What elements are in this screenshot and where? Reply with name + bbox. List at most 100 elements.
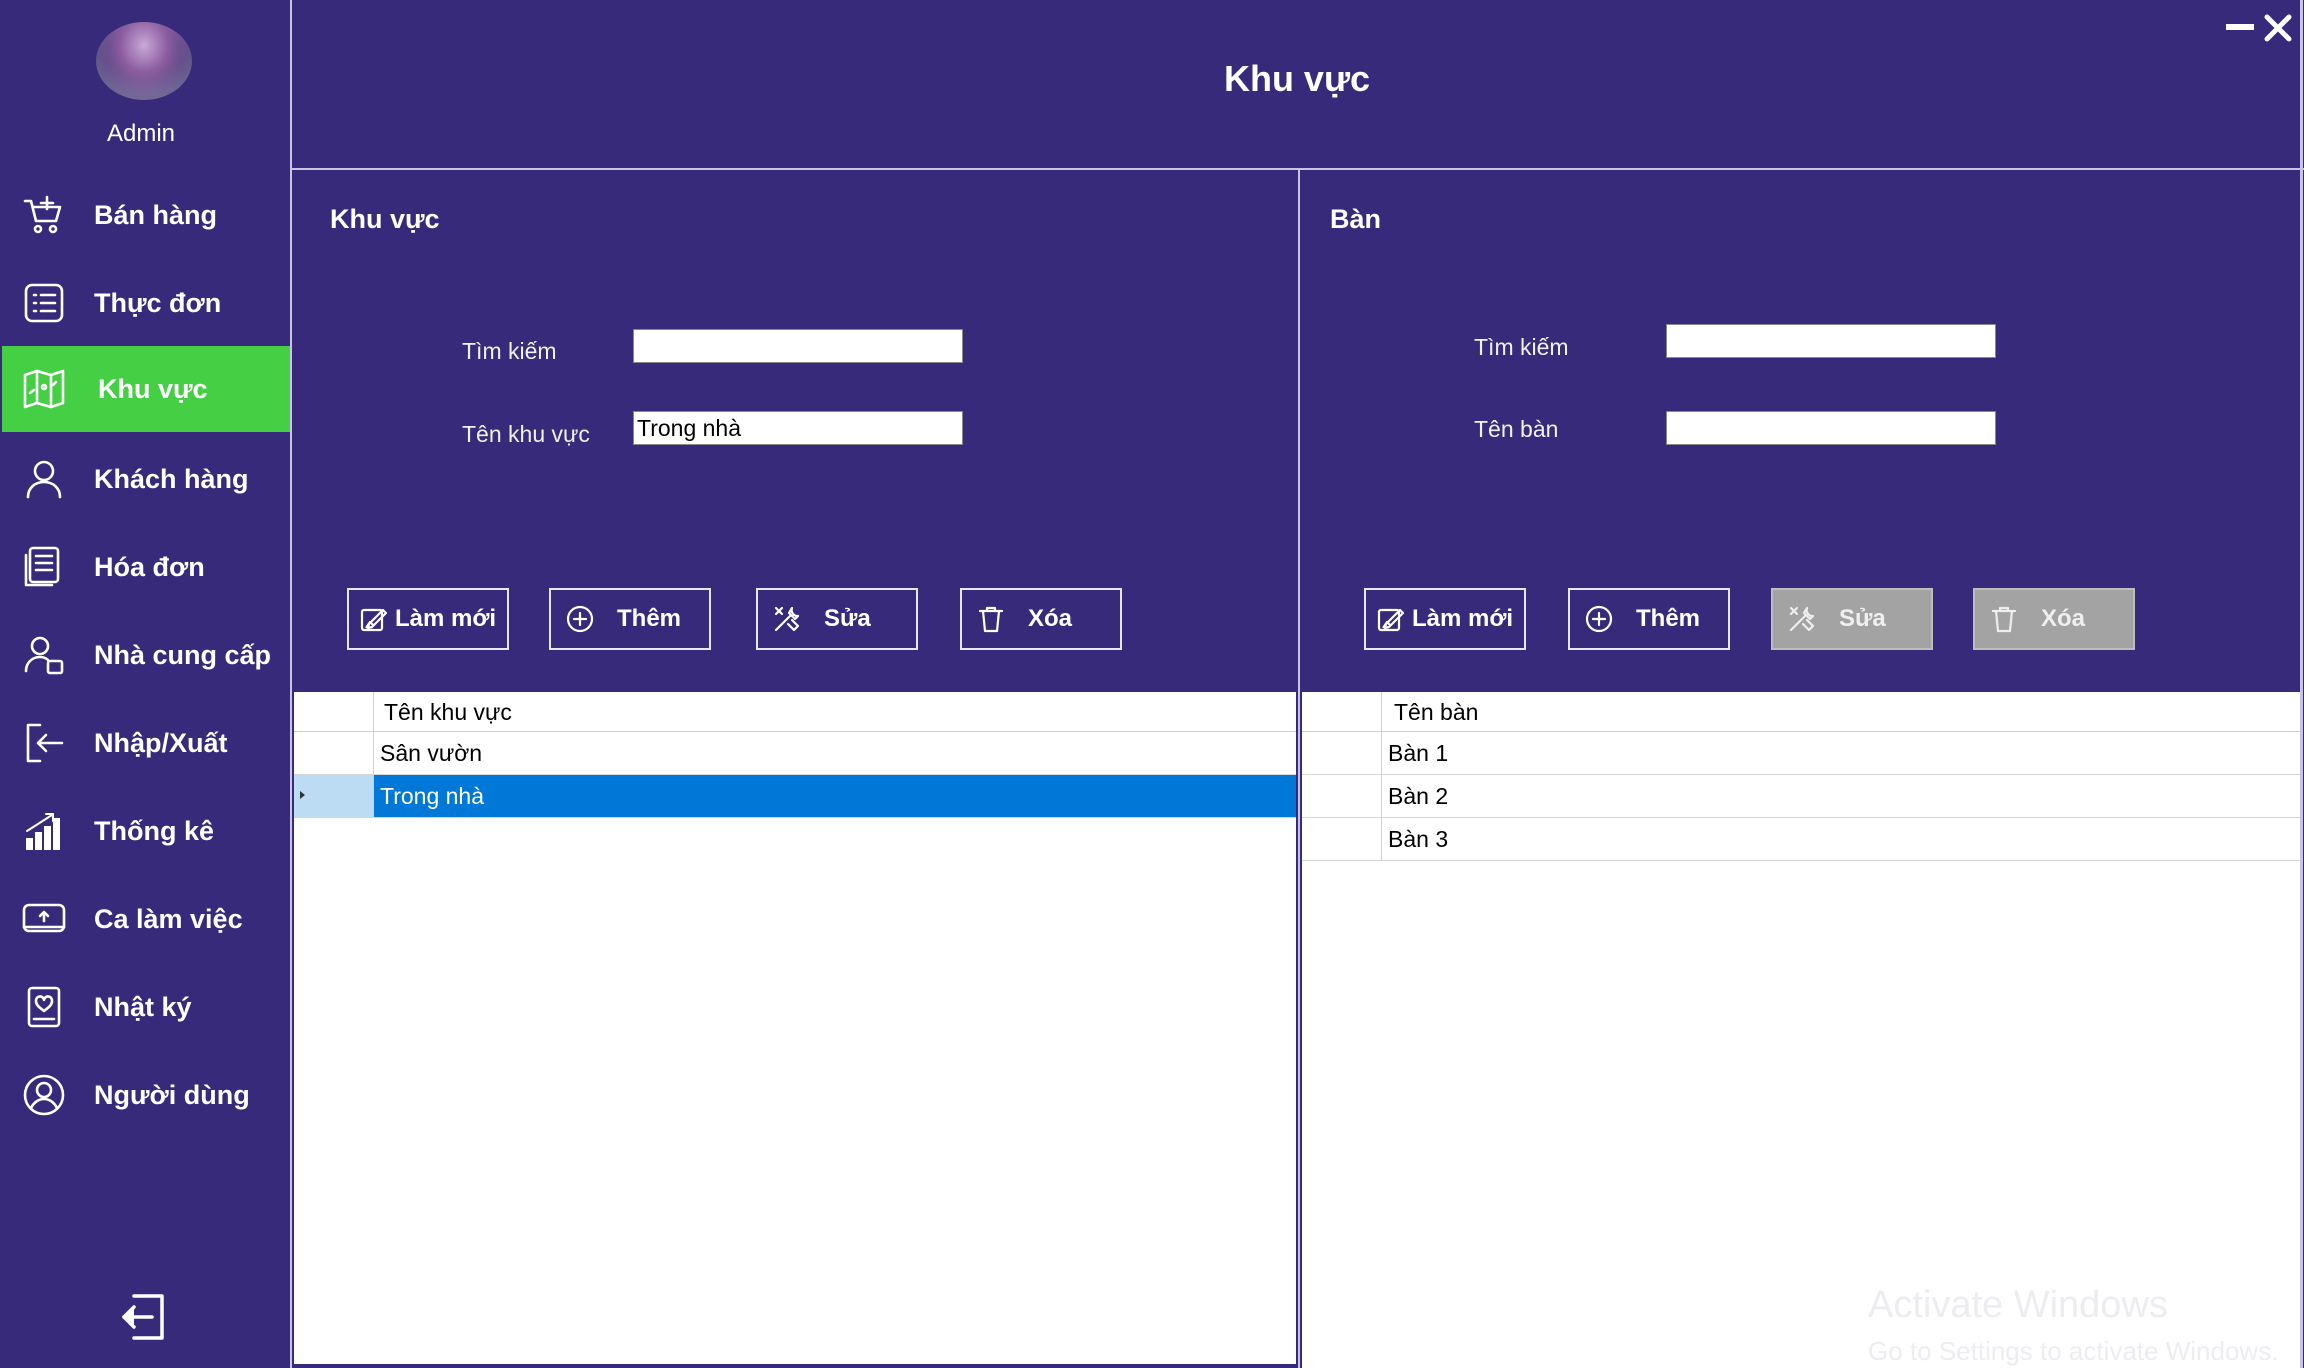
sidebar-item-ca-lam-viec[interactable]: Ca làm việc	[2, 876, 290, 962]
table-delete-button[interactable]: Xóa	[1973, 588, 2135, 650]
chart-icon	[22, 809, 66, 853]
import-export-icon	[22, 721, 66, 765]
table-cell[interactable]: Bàn 1	[1382, 732, 2300, 774]
delete-label: Xóa	[2041, 605, 2086, 632]
table-cell[interactable]: Bàn 2	[1382, 775, 2300, 817]
sidebar-item-label: Bán hàng	[94, 199, 218, 230]
table-refresh-button[interactable]: Làm mới	[1364, 588, 1526, 650]
panel-divider	[1298, 168, 1300, 1368]
area-add-button[interactable]: Thêm	[549, 588, 711, 650]
sidebar-item-nha-cung-cap[interactable]: Nhà cung cấp	[2, 612, 290, 698]
refresh-icon	[359, 604, 389, 634]
table-search-label: Tìm kiếm	[1474, 334, 1569, 360]
supplier-icon	[22, 633, 66, 677]
table-section-title: Bàn	[1330, 204, 1382, 234]
refresh-icon	[1376, 604, 1406, 634]
trash-icon	[976, 604, 1006, 634]
row-header[interactable]	[294, 775, 374, 817]
grid-header: Tên khu vực	[294, 692, 1296, 732]
table-name-label: Tên bàn	[1474, 416, 1559, 442]
sidebar-item-hoa-don[interactable]: Hóa đơn	[2, 524, 290, 610]
sidebar-item-label: Nhà cung cấp	[94, 639, 272, 670]
delete-label: Xóa	[1028, 605, 1073, 632]
column-header[interactable]: Tên khu vực	[384, 699, 512, 726]
trash-icon	[1989, 604, 2019, 634]
customer-icon	[22, 457, 66, 501]
area-delete-button[interactable]: Xóa	[960, 588, 1122, 650]
add-label: Thêm	[617, 605, 682, 632]
area-search-label: Tìm kiếm	[462, 338, 557, 364]
sidebar-item-label: Khu vực	[98, 373, 208, 404]
tools-icon	[772, 604, 802, 634]
user-label: Admin	[106, 120, 176, 147]
activation-watermark-subtitle: Go to Settings to activate Windows.	[1868, 1336, 2279, 1366]
table-add-button[interactable]: Thêm	[1568, 588, 1730, 650]
sidebar-item-nhat-ky[interactable]: Nhật ký	[2, 964, 290, 1050]
area-name-input[interactable]	[633, 411, 963, 445]
row-pointer-icon	[300, 791, 305, 799]
grid-header: Tên bàn	[1302, 692, 2300, 732]
minimize-button[interactable]	[2226, 24, 2254, 30]
sidebar-item-label: Khách hàng	[94, 463, 249, 494]
area-name-label: Tên khu vực	[462, 421, 590, 447]
sidebar-item-thuc-don[interactable]: Thực đơn	[2, 260, 290, 346]
avatar[interactable]	[96, 22, 192, 100]
sidebar-item-label: Người dùng	[94, 1079, 250, 1110]
invoice-icon	[22, 545, 66, 589]
row-header[interactable]	[294, 732, 374, 774]
edit-label: Sửa	[1839, 605, 1886, 632]
area-grid[interactable]: Tên khu vực Sân vườn Trong nhà	[294, 692, 1296, 1364]
activation-watermark-title: Activate Windows	[1868, 1284, 2168, 1326]
map-icon	[22, 367, 66, 411]
window-right-border	[2300, 0, 2303, 1368]
sidebar-item-nguoi-dung[interactable]: Người dùng	[2, 1052, 290, 1138]
cart-icon	[22, 193, 66, 237]
plus-circle-icon	[565, 604, 595, 634]
row-header[interactable]	[1302, 775, 1382, 817]
shift-icon	[22, 897, 66, 941]
sidebar-item-label: Ca làm việc	[94, 903, 243, 934]
column-header[interactable]: Tên bàn	[1394, 699, 1478, 726]
refresh-label: Làm mới	[395, 605, 497, 632]
table-row[interactable]: Sân vườn	[294, 732, 1296, 775]
sidebar-item-nhap-xuat[interactable]: Nhập/Xuất	[2, 700, 290, 786]
table-grid[interactable]: Tên bàn Bàn 1 Bàn 2 Bàn 3	[1302, 692, 2300, 1368]
close-icon[interactable]	[2262, 12, 2294, 44]
area-edit-button[interactable]: Sửa	[756, 588, 918, 650]
row-header[interactable]	[1302, 818, 1382, 860]
tools-icon	[1787, 604, 1817, 634]
table-row[interactable]: Bàn 3	[1302, 818, 2300, 861]
add-label: Thêm	[1636, 605, 1701, 632]
page-title: Khu vực	[1223, 58, 1371, 99]
table-edit-button[interactable]: Sửa	[1771, 588, 1933, 650]
sidebar-item-label: Thống kê	[94, 815, 214, 846]
sidebar-item-ban-hang[interactable]: Bán hàng	[2, 172, 290, 258]
edit-label: Sửa	[824, 605, 871, 632]
table-search-input[interactable]	[1666, 324, 1996, 358]
sidebar: Admin Bán hàng Thực đơn Khu vực Khách hà…	[0, 0, 290, 1368]
table-cell[interactable]: Bàn 3	[1382, 818, 2300, 860]
row-header[interactable]	[1302, 732, 1382, 774]
table-cell[interactable]: Trong nhà	[374, 775, 1296, 817]
sidebar-item-label: Nhật ký	[94, 991, 192, 1022]
row-header-corner	[294, 692, 374, 731]
sidebar-item-khach-hang[interactable]: Khách hàng	[2, 436, 290, 522]
refresh-label: Làm mới	[1412, 605, 1514, 632]
sidebar-item-label: Hóa đơn	[94, 551, 205, 582]
row-header-corner	[1302, 692, 1382, 731]
sidebar-item-thong-ke[interactable]: Thống kê	[2, 788, 290, 874]
log-icon	[22, 985, 66, 1029]
plus-circle-icon	[1584, 604, 1614, 634]
table-row-selected[interactable]: Trong nhà	[294, 775, 1296, 818]
sidebar-item-khu-vuc[interactable]: Khu vực	[2, 346, 290, 432]
area-section-title: Khu vực	[330, 204, 440, 234]
area-refresh-button[interactable]: Làm mới	[347, 588, 509, 650]
area-search-input[interactable]	[633, 329, 963, 363]
logout-icon[interactable]	[118, 1292, 168, 1342]
table-row[interactable]: Bàn 2	[1302, 775, 2300, 818]
table-name-input[interactable]	[1666, 411, 1996, 445]
table-cell[interactable]: Sân vườn	[374, 732, 1296, 774]
sidebar-divider	[290, 0, 292, 1368]
table-row[interactable]: Bàn 1	[1302, 732, 2300, 775]
header: Khu vực	[290, 0, 2304, 170]
